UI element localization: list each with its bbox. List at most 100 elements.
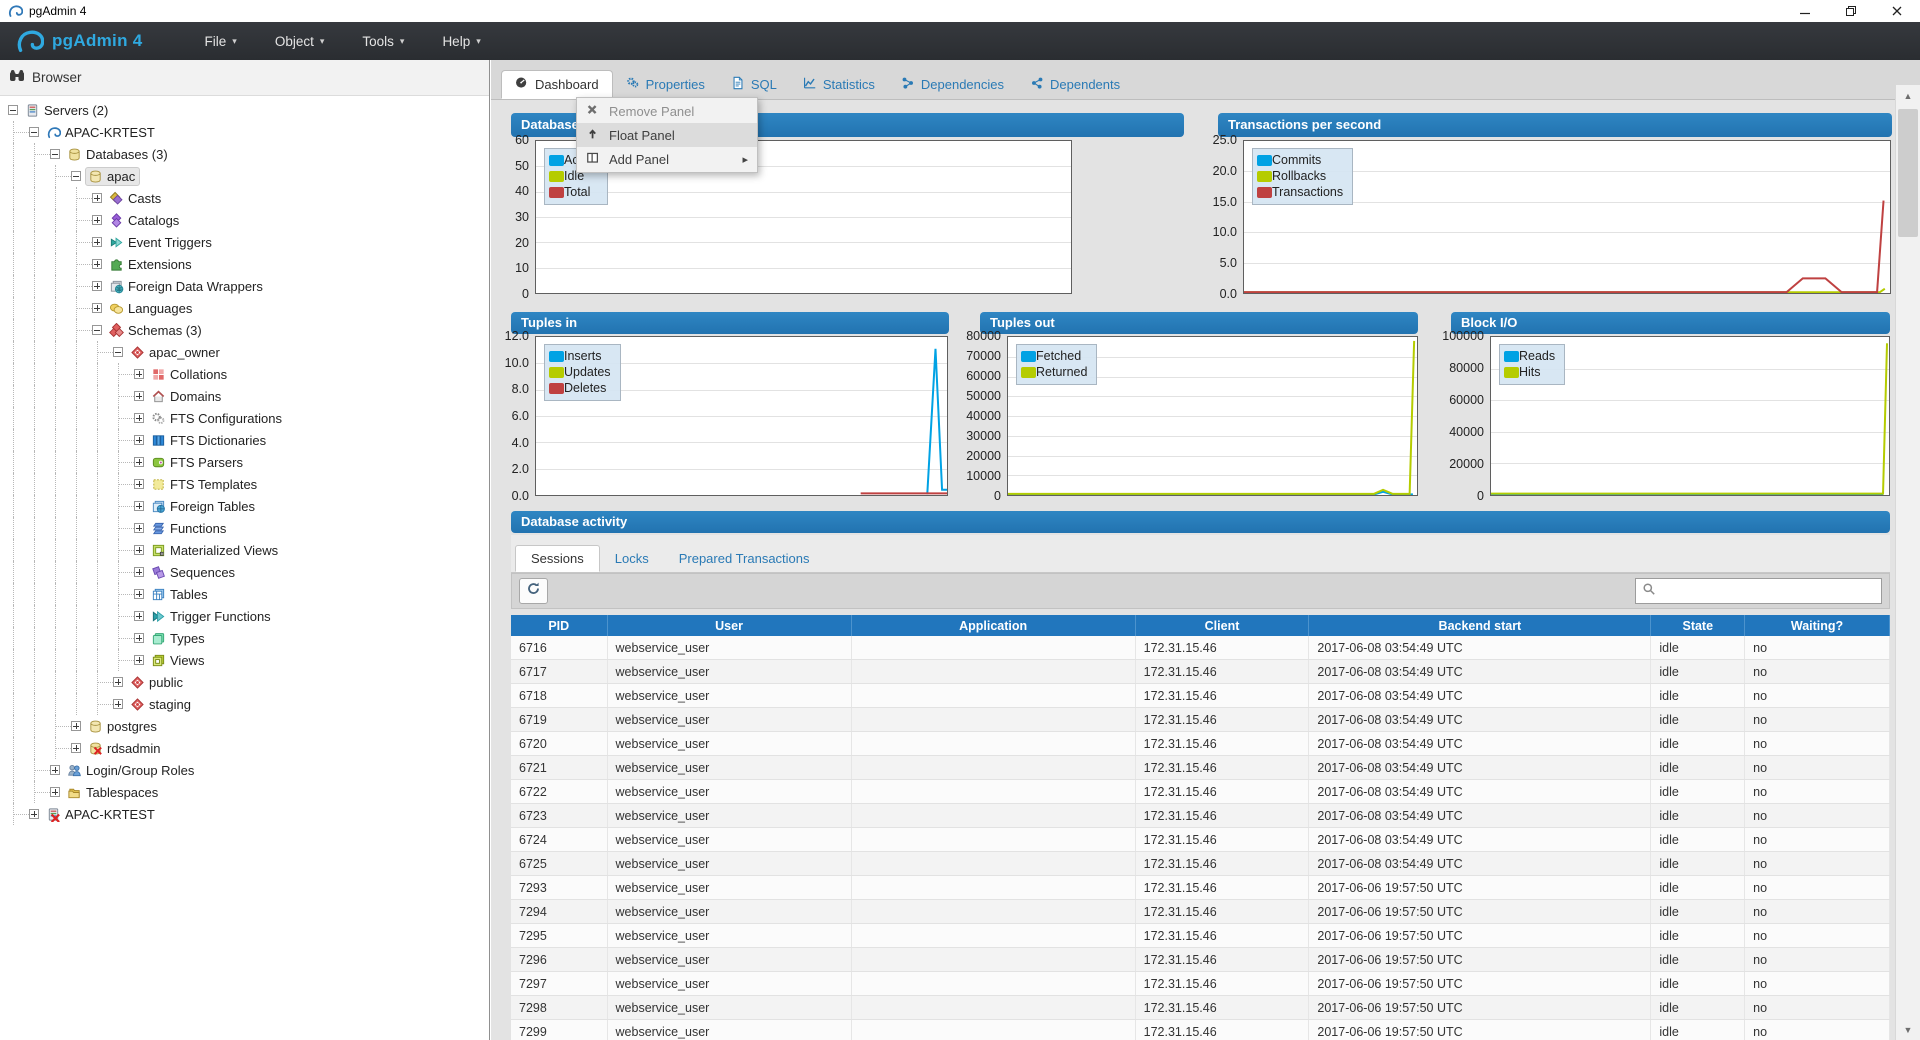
refresh-button[interactable] — [519, 578, 548, 604]
tab-dashboard[interactable]: Dashboard — [501, 70, 613, 99]
tree-item-databases-3-[interactable]: >Databases (3) — [0, 143, 489, 165]
tree-node[interactable]: Casts — [106, 189, 166, 208]
tree-node[interactable]: MMaterialized Views — [148, 541, 283, 560]
search-input[interactable] — [1660, 584, 1881, 598]
column-header-client[interactable]: Client — [1136, 615, 1310, 636]
expand-icon[interactable] — [134, 655, 144, 665]
tree-node[interactable]: rdsadmin — [85, 739, 165, 758]
restore-button[interactable] — [1828, 0, 1874, 22]
tree-item-catalogs[interactable]: Catalogs — [0, 209, 489, 231]
tree-node[interactable]: Foreign Data Wrappers — [106, 277, 268, 296]
tree-node[interactable]: Views — [148, 651, 209, 670]
tree-item-fts-templates[interactable]: FTS Templates — [0, 473, 489, 495]
tree-item-materialized-views[interactable]: MMaterialized Views — [0, 539, 489, 561]
expand-icon[interactable] — [134, 611, 144, 621]
tree-item-tables[interactable]: Tables — [0, 583, 489, 605]
tree-item-fts-configurations[interactable]: FTS Configurations — [0, 407, 489, 429]
tree-item-rdsadmin[interactable]: rdsadmin — [0, 737, 489, 759]
expand-icon[interactable] — [50, 765, 60, 775]
tree-item-casts[interactable]: Casts — [0, 187, 489, 209]
tree-node[interactable]: FTS Dictionaries — [148, 431, 271, 450]
collapse-icon[interactable] — [71, 171, 81, 181]
expand-icon[interactable] — [92, 237, 102, 247]
tree-item-staging[interactable]: staging — [0, 693, 489, 715]
tree-item-foreign-data-wrappers[interactable]: Foreign Data Wrappers — [0, 275, 489, 297]
tree-node[interactable]: Types — [148, 629, 210, 648]
tree-item-apac-owner[interactable]: apac_owner — [0, 341, 489, 363]
tree-node[interactable]: Schemas (3) — [106, 321, 207, 340]
tab-statistics[interactable]: Statistics — [790, 70, 888, 99]
tree-node[interactable]: Languages — [106, 299, 197, 318]
tree-item-views[interactable]: Views — [0, 649, 489, 671]
tree-item-public[interactable]: public — [0, 671, 489, 693]
vertical-scrollbar[interactable]: ▲ ▼ — [1895, 85, 1920, 1040]
expand-icon[interactable] — [92, 215, 102, 225]
column-header-waiting-[interactable]: Waiting? — [1745, 615, 1890, 636]
tree-item-sequences[interactable]: Sequences — [0, 561, 489, 583]
tree-node[interactable]: apac_owner — [127, 343, 225, 362]
expand-icon[interactable] — [134, 457, 144, 467]
expand-icon[interactable] — [134, 501, 144, 511]
tree-item-types[interactable]: Types — [0, 627, 489, 649]
tree-node[interactable]: FTS Templates — [148, 475, 262, 494]
tree-node[interactable]: >Databases (3) — [64, 145, 173, 164]
tree-item-fts-parsers[interactable]: FTS Parsers — [0, 451, 489, 473]
menu-object[interactable]: Object▾ — [275, 34, 325, 49]
tree-item-apac-krtest[interactable]: APAC-KRTEST — [0, 803, 489, 825]
collapse-icon[interactable] — [50, 149, 60, 159]
expand-icon[interactable] — [71, 743, 81, 753]
expand-icon[interactable] — [113, 677, 123, 687]
tab-dependents[interactable]: Dependents — [1017, 70, 1133, 99]
expand-icon[interactable] — [134, 369, 144, 379]
tree-item-functions[interactable]: Functions — [0, 517, 489, 539]
close-button[interactable] — [1874, 0, 1920, 22]
expand-icon[interactable] — [134, 479, 144, 489]
tree-item-foreign-tables[interactable]: Foreign Tables — [0, 495, 489, 517]
expand-icon[interactable] — [50, 787, 60, 797]
expand-icon[interactable] — [134, 523, 144, 533]
expand-icon[interactable] — [134, 391, 144, 401]
tree-item-login-group-roles[interactable]: Login/Group Roles — [0, 759, 489, 781]
column-header-pid[interactable]: PID — [511, 615, 608, 636]
tree-node[interactable]: Foreign Tables — [148, 497, 260, 516]
expand-icon[interactable] — [92, 193, 102, 203]
scrollbar-thumb[interactable] — [1898, 109, 1918, 237]
tree-node[interactable]: Extensions — [106, 255, 197, 274]
menu-item-add-panel[interactable]: Add Panel▸ — [577, 147, 757, 171]
tree-node-selected[interactable]: >apac — [85, 167, 140, 186]
tree-node[interactable]: Catalogs — [106, 211, 184, 230]
expand-icon[interactable] — [71, 721, 81, 731]
tab-properties[interactable]: Properties — [613, 70, 718, 99]
tree-node[interactable]: Tablespaces — [64, 783, 163, 802]
menu-file[interactable]: File▾ — [205, 34, 237, 49]
tree-item-apac[interactable]: >apac — [0, 165, 489, 187]
expand-icon[interactable] — [134, 589, 144, 599]
tree-node[interactable]: Trigger Functions — [148, 607, 276, 626]
expand-icon[interactable] — [92, 303, 102, 313]
menu-item-float-panel[interactable]: Float Panel — [577, 123, 757, 147]
tree-node[interactable]: Login/Group Roles — [64, 761, 199, 780]
tree-item-domains[interactable]: Domains — [0, 385, 489, 407]
tree-item-tablespaces[interactable]: Tablespaces — [0, 781, 489, 803]
expand-icon[interactable] — [134, 633, 144, 643]
expand-icon[interactable] — [134, 435, 144, 445]
tab-sql[interactable]: SQL — [718, 70, 790, 99]
tree-node[interactable]: >Servers (2) — [22, 101, 113, 120]
tree-node[interactable]: FTS Parsers — [148, 453, 248, 472]
expand-icon[interactable] — [92, 281, 102, 291]
tree-item-trigger-functions[interactable]: Trigger Functions — [0, 605, 489, 627]
tab-dependencies[interactable]: Dependencies — [888, 70, 1017, 99]
tree-item-languages[interactable]: Languages — [0, 297, 489, 319]
menu-item-remove-panel[interactable]: Remove Panel — [577, 99, 757, 123]
tree-item-fts-dictionaries[interactable]: FTS Dictionaries — [0, 429, 489, 451]
column-header-backend-start[interactable]: Backend start — [1309, 615, 1651, 636]
tab-locks[interactable]: Locks — [600, 545, 664, 572]
tree-item-postgres[interactable]: >postgres — [0, 715, 489, 737]
menu-help[interactable]: Help▾ — [442, 34, 480, 49]
tree-item-schemas-3-[interactable]: Schemas (3) — [0, 319, 489, 341]
expand-icon[interactable] — [134, 545, 144, 555]
tree-node[interactable]: Functions — [148, 519, 231, 538]
tab-prepared-transactions[interactable]: Prepared Transactions — [664, 545, 825, 572]
tree-node[interactable]: Domains — [148, 387, 226, 406]
scroll-down-button[interactable]: ▼ — [1896, 1019, 1920, 1040]
